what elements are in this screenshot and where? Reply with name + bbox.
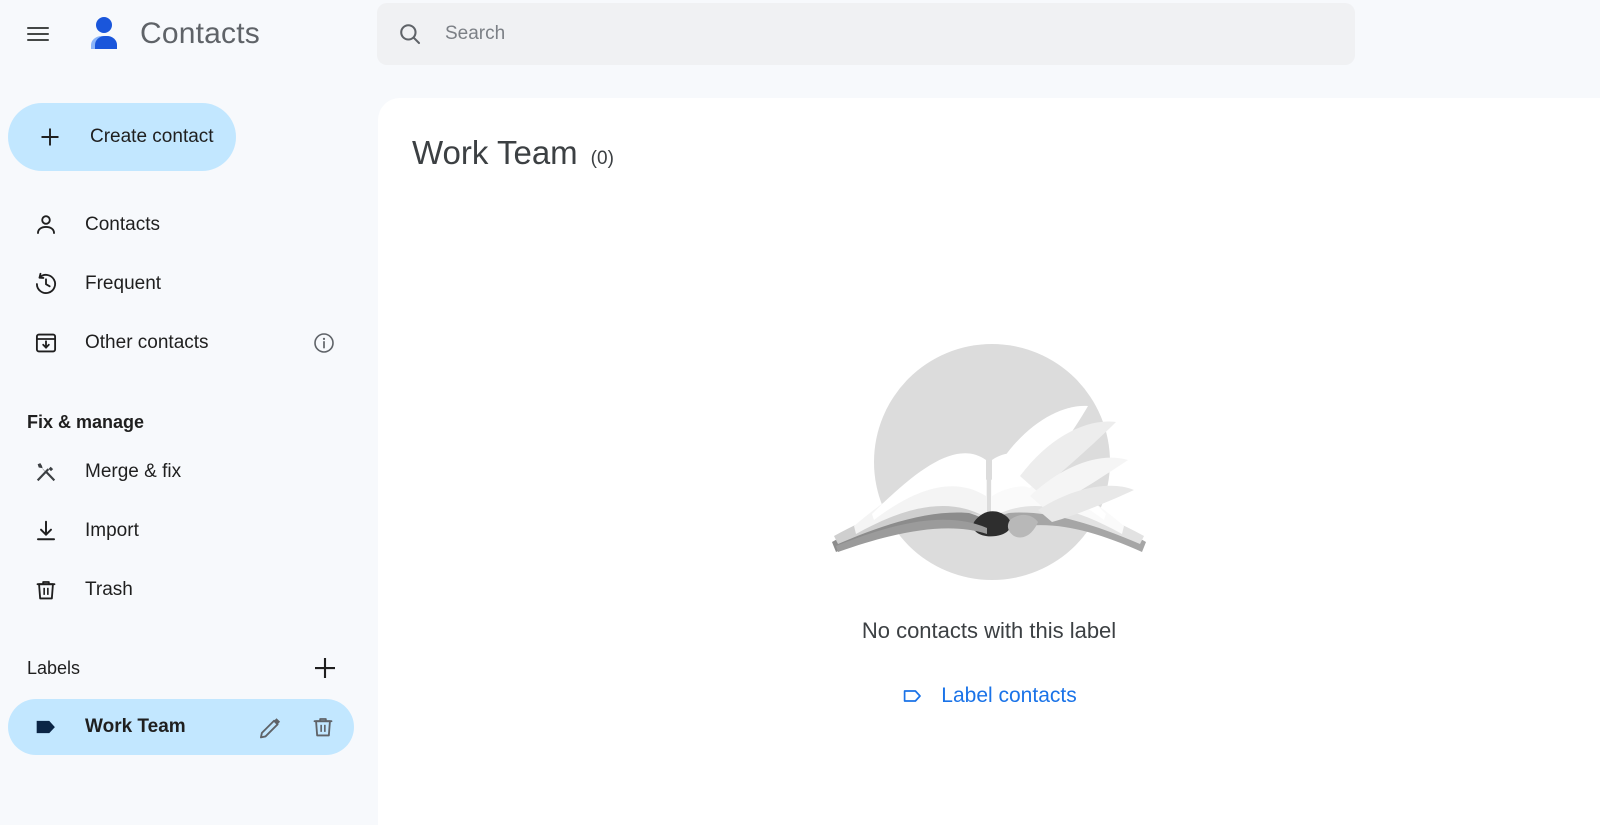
sidebar-item-trash[interactable]: Trash xyxy=(0,560,378,619)
import-download-icon xyxy=(33,518,59,544)
contacts-app: Contacts Create contact xyxy=(0,0,1600,825)
create-contact-label: Create contact xyxy=(90,126,214,147)
contact-count: (0) xyxy=(590,148,614,169)
pencil-edit-icon[interactable] xyxy=(258,714,284,740)
add-label-button[interactable] xyxy=(310,653,340,683)
merge-tools-icon xyxy=(33,459,59,485)
history-clock-icon xyxy=(33,271,59,297)
sidebar-label-work-team[interactable]: Work Team xyxy=(8,699,354,755)
hamburger-menu-button[interactable] xyxy=(14,10,62,58)
page-title: Work Team xyxy=(412,134,578,171)
hamburger-menu-icon xyxy=(27,27,49,30)
open-book-illustration-icon xyxy=(824,330,1154,600)
search-bar[interactable] xyxy=(377,3,1355,65)
sidebar-item-label: Import xyxy=(85,519,139,541)
sidebar-item-merge-and-fix[interactable]: Merge & fix xyxy=(0,442,378,501)
sidebar-item-label: Trash xyxy=(85,578,133,600)
page-title-row: Work Team (0) xyxy=(412,134,614,172)
trash-icon xyxy=(33,577,59,603)
search-input[interactable] xyxy=(445,23,1335,45)
info-icon[interactable] xyxy=(312,331,336,355)
label-contacts-link[interactable]: Label contacts xyxy=(901,684,1077,708)
empty-state: No contacts with this label Label contac… xyxy=(378,330,1600,708)
brand-logo-title[interactable]: Contacts xyxy=(82,8,260,60)
hamburger-menu-icon-bar xyxy=(27,33,49,36)
sidebar: Create contact Contacts Frequent Other c… xyxy=(0,68,378,825)
sidebar-item-label: Merge & fix xyxy=(85,460,182,482)
label-contacts-label: Label contacts xyxy=(941,684,1077,707)
trash-delete-icon[interactable] xyxy=(310,714,336,740)
archive-download-icon xyxy=(33,330,59,356)
sidebar-item-contacts[interactable]: Contacts xyxy=(0,195,378,254)
person-icon xyxy=(33,212,59,238)
plus-icon xyxy=(38,125,62,149)
labels-header-title: Labels xyxy=(27,657,81,678)
label-row-actions xyxy=(258,714,336,740)
label-tag-icon xyxy=(33,714,59,740)
sidebar-item-label: Contacts xyxy=(85,213,160,235)
sidebar-item-import[interactable]: Import xyxy=(0,501,378,560)
sidebar-item-other-contacts[interactable]: Other contacts xyxy=(0,313,378,372)
sidebar-item-label: Other contacts xyxy=(85,331,209,353)
sidebar-nav-list: Contacts Frequent Other contacts Fix & m… xyxy=(0,195,378,755)
empty-state-message: No contacts with this label xyxy=(861,618,1117,643)
create-contact-button[interactable]: Create contact xyxy=(8,103,236,171)
search-icon xyxy=(397,21,423,47)
section-header-fix-manage: Fix & manage xyxy=(27,411,145,432)
app-title: Contacts xyxy=(140,17,260,50)
label-name: Work Team xyxy=(85,716,186,737)
contacts-person-logo-icon xyxy=(82,12,126,56)
main-content-panel: Work Team (0) No contacts with this labe… xyxy=(378,98,1600,825)
sidebar-item-frequent[interactable]: Frequent xyxy=(0,254,378,313)
labels-section-header: Labels xyxy=(0,645,378,691)
sidebar-item-label: Frequent xyxy=(85,272,162,294)
hamburger-menu-icon-bar xyxy=(27,39,49,42)
label-tag-outline-icon xyxy=(901,684,925,708)
